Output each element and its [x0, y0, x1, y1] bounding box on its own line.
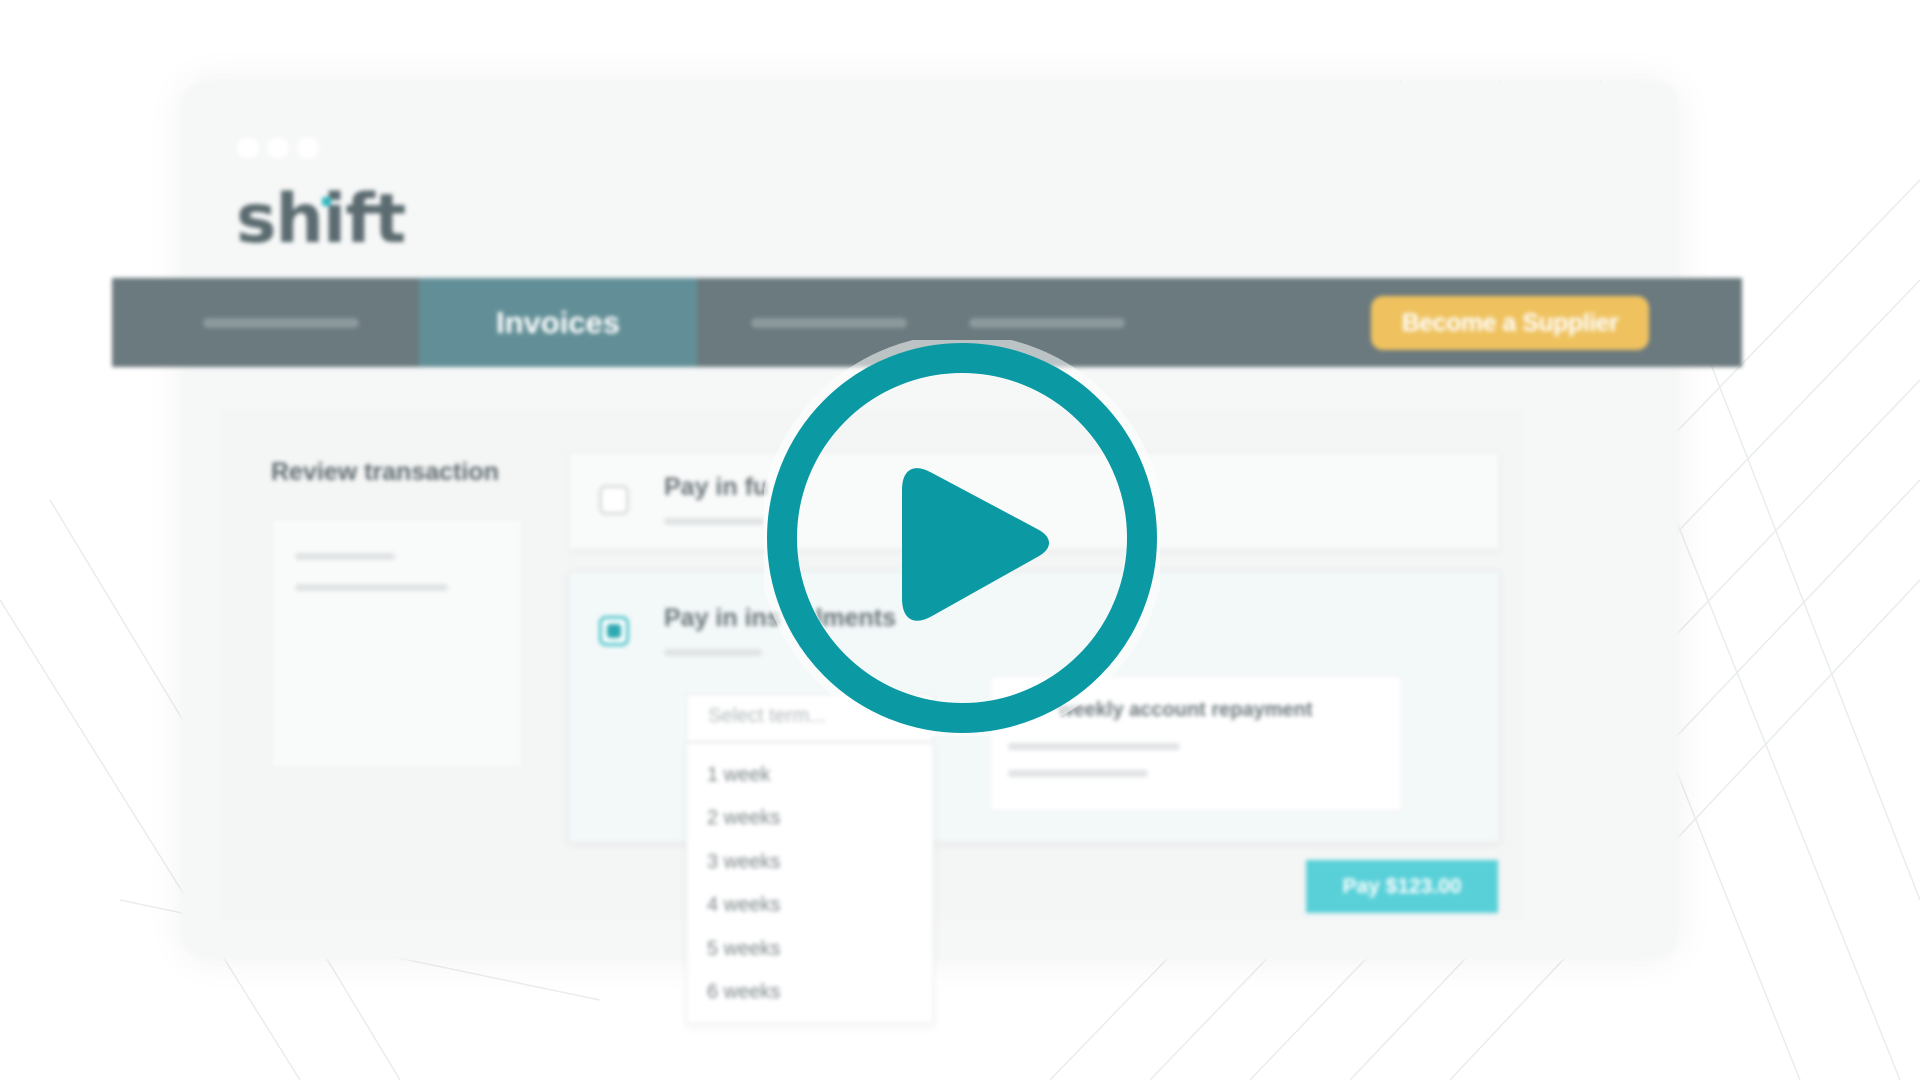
- term-option[interactable]: 3 weeks: [707, 851, 780, 874]
- nav-item-placeholder[interactable]: [203, 318, 359, 328]
- placeholder-line: [1008, 770, 1148, 777]
- placeholder-line: [295, 553, 395, 560]
- pay-in-full-checkbox[interactable]: [599, 485, 629, 515]
- become-supplier-button[interactable]: Become a Supplier: [1371, 296, 1649, 350]
- term-option[interactable]: 1 week: [707, 764, 770, 787]
- term-dropdown-menu: 1 week 2 weeks 3 weeks 4 weeks 5 weeks 6…: [686, 742, 934, 1024]
- pay-in-full-label: Pay in fu: [664, 473, 769, 501]
- window-dot-icon: [237, 137, 259, 159]
- term-option[interactable]: 6 weeks: [707, 981, 780, 1004]
- term-option[interactable]: 5 weeks: [707, 938, 780, 961]
- window-controls: [237, 137, 319, 159]
- app-logo: shift: [236, 180, 406, 259]
- tab-invoices[interactable]: Invoices: [419, 278, 697, 367]
- placeholder-line: [664, 649, 762, 656]
- play-circle-icon[interactable]: [764, 340, 1160, 736]
- video-thumbnail[interactable]: shift Invoices Become a Supplier Review …: [0, 0, 1920, 1080]
- window-dot-icon: [297, 137, 319, 159]
- pay-in-installments-checkbox[interactable]: [599, 616, 629, 646]
- window-dot-icon: [267, 137, 289, 159]
- placeholder-line: [1008, 743, 1180, 750]
- placeholder-line: [295, 584, 448, 591]
- term-option[interactable]: 2 weeks: [707, 807, 780, 830]
- placeholder-line: [664, 518, 764, 525]
- term-option[interactable]: 4 weeks: [707, 894, 780, 917]
- review-transaction-heading: Review transaction: [271, 458, 499, 486]
- pay-button[interactable]: Pay $123.00: [1306, 860, 1498, 913]
- nav-item-placeholder[interactable]: [969, 318, 1125, 328]
- logo-accent-icon: [322, 197, 331, 206]
- nav-item-placeholder[interactable]: [751, 318, 907, 328]
